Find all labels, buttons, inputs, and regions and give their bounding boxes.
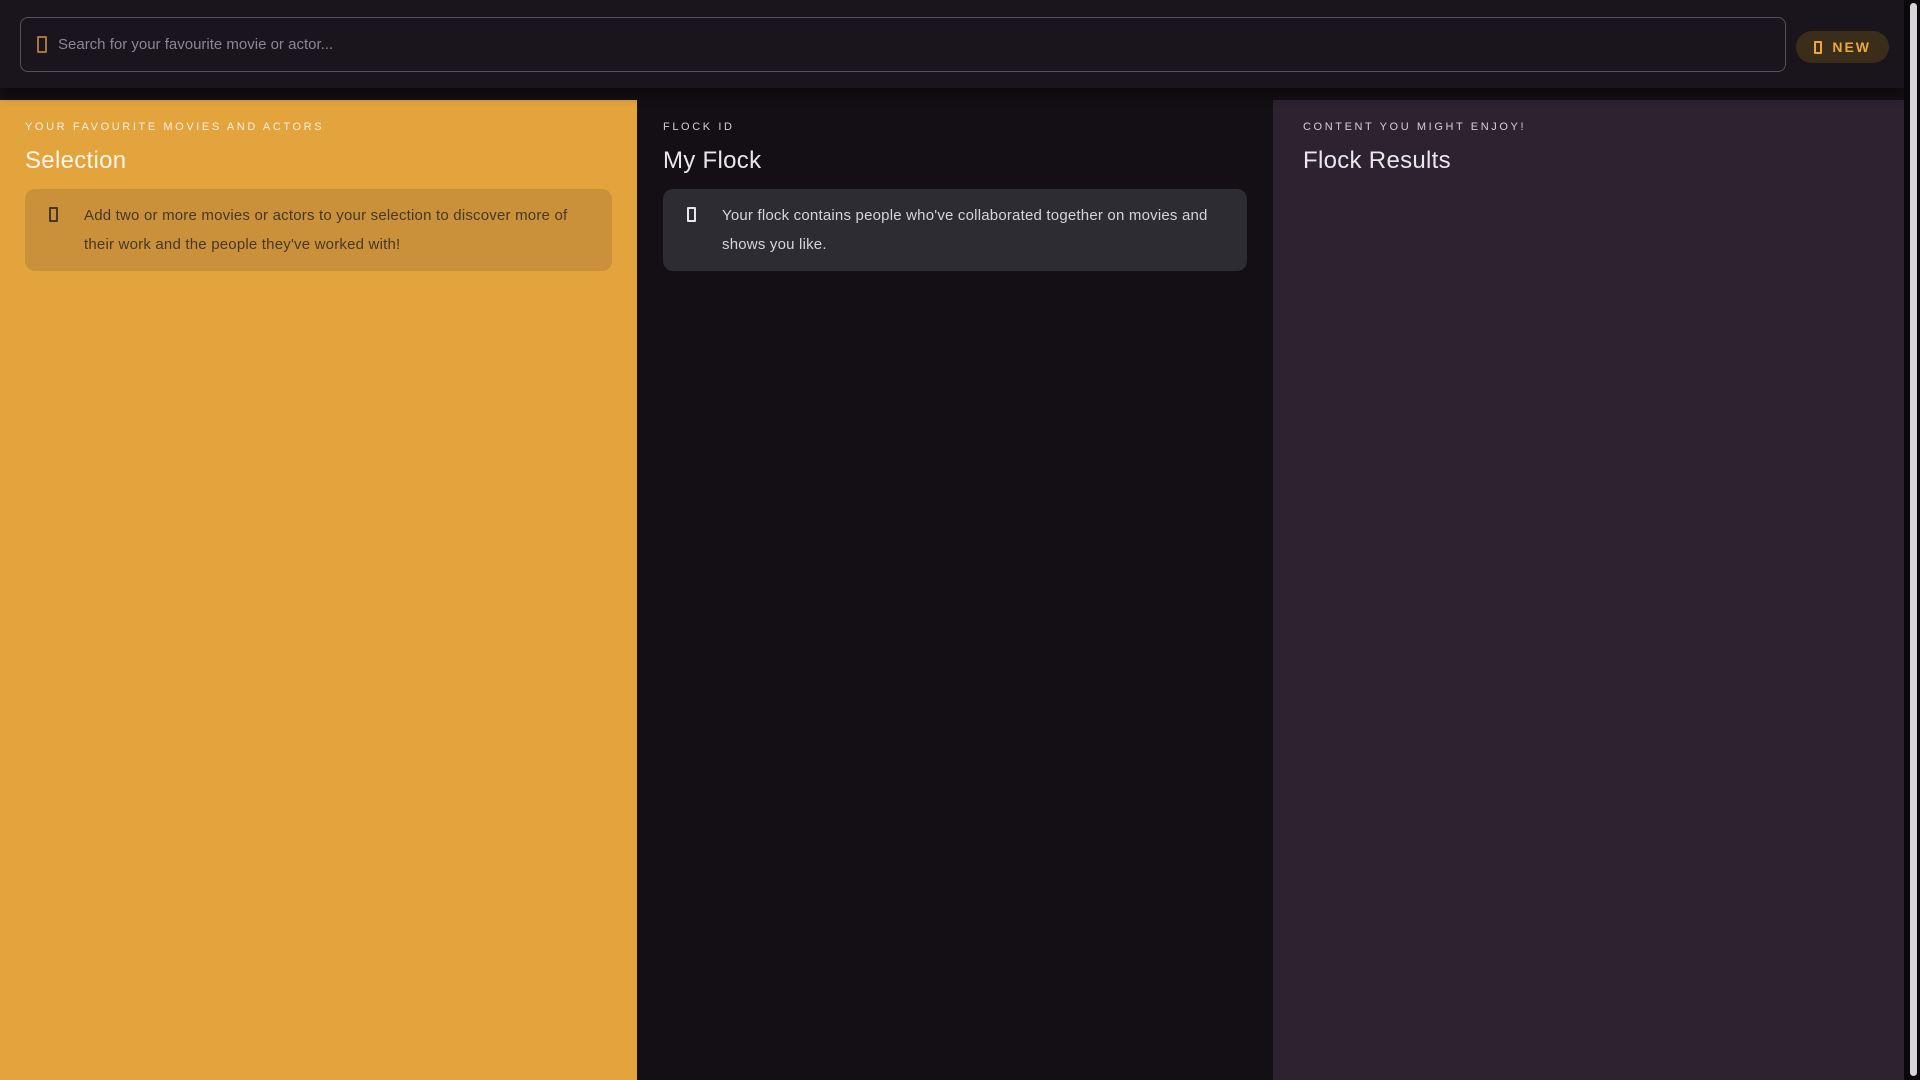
flock-results-panel: CONTENT YOU MIGHT ENJOY! Flock Results	[1273, 100, 1904, 1080]
selection-info-text: Add two or more movies or actors to your…	[84, 207, 568, 253]
info-icon	[687, 207, 696, 222]
search-icon	[37, 35, 47, 53]
flock-info-box: Your flock contains people who've collab…	[663, 189, 1247, 271]
main-content: YOUR FAVOURITE MOVIES AND ACTORS Selecti…	[0, 100, 1904, 1080]
flock-title: My Flock	[663, 147, 762, 174]
new-icon	[1814, 40, 1823, 54]
new-button-label: NEW	[1832, 39, 1871, 55]
selection-panel: YOUR FAVOURITE MOVIES AND ACTORS Selecti…	[0, 100, 637, 1080]
flock-info-text: Your flock contains people who've collab…	[722, 207, 1208, 253]
info-icon	[49, 207, 58, 222]
scrollbar-thumb[interactable]	[1910, 3, 1917, 1076]
selection-title: Selection	[25, 147, 127, 174]
search-bar	[20, 16, 1787, 72]
results-eyebrow: CONTENT YOU MIGHT ENJOY!	[1303, 121, 1527, 133]
search-input[interactable]	[58, 35, 1770, 53]
results-title: Flock Results	[1303, 147, 1451, 174]
selection-info-box: Add two or more movies or actors to your…	[25, 189, 612, 271]
flock-panel: FLOCK ID My Flock Your flock contains pe…	[637, 100, 1273, 1080]
flock-eyebrow: FLOCK ID	[663, 121, 735, 133]
top-bar: NEW	[0, 0, 1904, 88]
new-flock-button[interactable]: NEW	[1796, 31, 1889, 63]
scrollbar	[1904, 0, 1920, 1080]
selection-eyebrow: YOUR FAVOURITE MOVIES AND ACTORS	[25, 121, 325, 133]
